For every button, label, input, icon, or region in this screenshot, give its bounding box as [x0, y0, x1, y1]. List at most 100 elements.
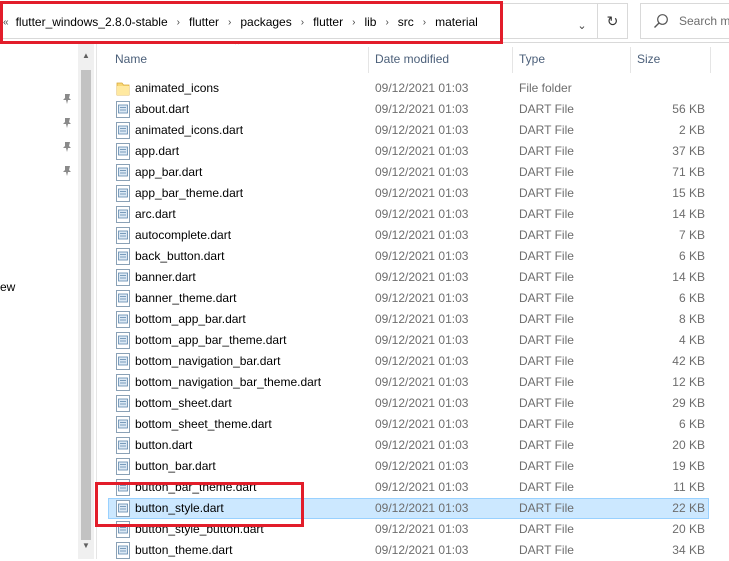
file-date-modified: 09/12/2021 01:03	[375, 207, 469, 221]
dart-file-icon	[116, 521, 130, 538]
breadcrumb-item[interactable]: flutter	[313, 15, 343, 29]
file-type: DART File	[519, 480, 574, 494]
table-row[interactable]: bottom_navigation_bar_theme.dart 09/12/20…	[97, 372, 729, 393]
file-type: DART File	[519, 102, 574, 116]
breadcrumb-item[interactable]: flutter	[189, 15, 219, 29]
file-date-modified: 09/12/2021 01:03	[375, 81, 469, 95]
table-row[interactable]: bottom_navigation_bar.dart 09/12/2021 01:…	[97, 351, 729, 372]
table-row[interactable]: bottom_sheet_theme.dart 09/12/2021 01:03 D…	[97, 414, 729, 435]
table-row[interactable]: animated_icons.dart 09/12/2021 01:03 DART …	[97, 120, 729, 141]
file-date-modified: 09/12/2021 01:03	[375, 123, 469, 137]
chevron-right-icon[interactable]: ›	[423, 17, 426, 28]
breadcrumb-item[interactable]: flutter_windows_2.8.0-stable	[16, 15, 168, 29]
file-size: 42 KB	[672, 354, 705, 368]
scroll-down-icon[interactable]: ▼	[78, 541, 94, 550]
table-row[interactable]: bottom_app_bar.dart 09/12/2021 01:03 DART …	[97, 309, 729, 330]
chevron-down-icon[interactable]: ⌄	[569, 7, 595, 43]
dart-file-icon	[116, 101, 130, 118]
table-row[interactable]: bottom_sheet.dart 09/12/2021 01:03 DART Fi…	[97, 393, 729, 414]
file-name: about.dart	[135, 102, 190, 116]
file-name: animated_icons.dart	[135, 123, 244, 137]
breadcrumb[interactable]: « flutter_windows_2.8.0-stable › flutter › pa…	[0, 3, 598, 39]
dart-file-icon	[116, 122, 130, 139]
breadcrumb-item[interactable]: packages	[240, 15, 291, 29]
chevron-right-icon[interactable]: ›	[228, 17, 231, 28]
table-row[interactable]: banner_theme.dart 09/12/2021 01:03 DART Fi…	[97, 288, 729, 309]
table-row[interactable]: app_bar.dart 09/12/2021 01:03 DART File 71 …	[97, 162, 729, 183]
file-size: 20 KB	[672, 438, 705, 452]
file-name: arc.dart	[135, 207, 176, 221]
table-row[interactable]: back_button.dart 09/12/2021 01:03 DART Fil…	[97, 246, 729, 267]
file-size: 11 KB	[673, 480, 705, 494]
dart-file-icon	[116, 353, 130, 370]
search-placeholder: Search m	[679, 14, 729, 28]
breadcrumb-item[interactable]: material	[435, 15, 478, 29]
navigation-pane[interactable]: ew	[0, 43, 78, 559]
chevron-right-icon[interactable]: ›	[352, 17, 355, 28]
file-size: 2 KB	[678, 123, 705, 137]
file-type: DART File	[519, 522, 574, 536]
file-type: DART File	[519, 270, 574, 284]
file-date-modified: 09/12/2021 01:03	[375, 417, 469, 431]
file-size: 56 KB	[672, 102, 705, 116]
file-name: back_button.dart	[135, 249, 225, 263]
file-date-modified: 09/12/2021 01:03	[375, 522, 469, 536]
table-row[interactable]: autocomplete.dart 09/12/2021 01:03 DART Fi…	[97, 225, 729, 246]
file-type: DART File	[519, 417, 574, 431]
column-header-row: Name ⌃ Date modified Type Size	[97, 41, 729, 76]
chevron-right-icon[interactable]: ›	[301, 17, 304, 28]
file-type: File folder	[519, 81, 572, 95]
file-size: 7 KB	[678, 228, 705, 242]
table-row[interactable]: app_bar_theme.dart 09/12/2021 01:03 DART F…	[97, 183, 729, 204]
column-header-size[interactable]: Size	[630, 43, 710, 76]
nav-scrollbar-thumb[interactable]	[81, 70, 91, 540]
chevron-right-icon[interactable]: ›	[385, 17, 388, 28]
file-type: DART File	[519, 543, 574, 557]
file-type: DART File	[519, 228, 574, 242]
table-row[interactable]: banner.dart 09/12/2021 01:03 DART File 14 K…	[97, 267, 729, 288]
search-input[interactable]: Search m	[640, 3, 729, 39]
folder-icon	[116, 82, 130, 96]
file-type: DART File	[519, 207, 574, 221]
breadcrumb-overflow-icon[interactable]: «	[3, 17, 9, 28]
chevron-right-icon[interactable]: ›	[177, 17, 180, 28]
table-row[interactable]: button_style_button.dart 09/12/2021 01:03…	[97, 519, 729, 540]
file-size: 71 KB	[672, 165, 705, 179]
table-row[interactable]: button.dart 09/12/2021 01:03 DART File 20 K…	[97, 435, 729, 456]
file-size: 14 KB	[672, 270, 705, 284]
scroll-up-icon[interactable]: ▲	[78, 51, 94, 60]
table-row[interactable]: app.dart 09/12/2021 01:03 DART File 37 KB	[97, 141, 729, 162]
file-type: DART File	[519, 249, 574, 263]
file-type: DART File	[519, 438, 574, 452]
table-row[interactable]: button_bar.dart 09/12/2021 01:03 DART File…	[97, 456, 729, 477]
table-row[interactable]: bottom_app_bar_theme.dart 09/12/2021 01:0…	[97, 330, 729, 351]
file-name: app_bar_theme.dart	[135, 186, 244, 200]
table-row[interactable]: button_theme.dart 09/12/2021 01:03 DART Fi…	[97, 540, 729, 561]
file-name: app_bar.dart	[135, 165, 203, 179]
file-size: 6 KB	[678, 291, 705, 305]
file-type: DART File	[519, 459, 574, 473]
dart-file-icon	[116, 164, 130, 181]
table-row[interactable]: arc.dart 09/12/2021 01:03 DART File 14 KB	[97, 204, 729, 225]
file-name: button_style_button.dart	[135, 522, 264, 536]
column-header-date[interactable]: Date modified	[368, 43, 512, 76]
file-date-modified: 09/12/2021 01:03	[375, 312, 469, 326]
file-type: DART File	[519, 396, 574, 410]
file-date-modified: 09/12/2021 01:03	[375, 480, 469, 494]
column-separator[interactable]	[710, 47, 711, 73]
file-size: 8 KB	[678, 312, 705, 326]
file-name: button_style.dart	[135, 501, 224, 515]
file-size: 15 KB	[672, 186, 705, 200]
refresh-button[interactable]: ↻	[598, 3, 628, 39]
nav-item-label[interactable]: ew	[0, 280, 15, 294]
breadcrumb-item[interactable]: src	[398, 15, 414, 29]
table-row[interactable]: animated_icons 09/12/2021 01:03 File folde…	[97, 78, 729, 99]
file-date-modified: 09/12/2021 01:03	[375, 165, 469, 179]
table-row[interactable]: about.dart 09/12/2021 01:03 DART File 56 KB	[97, 99, 729, 120]
table-row[interactable]: button_bar_theme.dart 09/12/2021 01:03 DAR…	[97, 477, 729, 498]
dart-file-icon	[116, 500, 130, 517]
breadcrumb-item[interactable]: lib	[364, 15, 376, 29]
column-header-type[interactable]: Type	[512, 43, 630, 76]
table-row[interactable]: button_style.dart 09/12/2021 01:03 DART Fi…	[97, 498, 729, 519]
file-name: button.dart	[135, 438, 193, 452]
